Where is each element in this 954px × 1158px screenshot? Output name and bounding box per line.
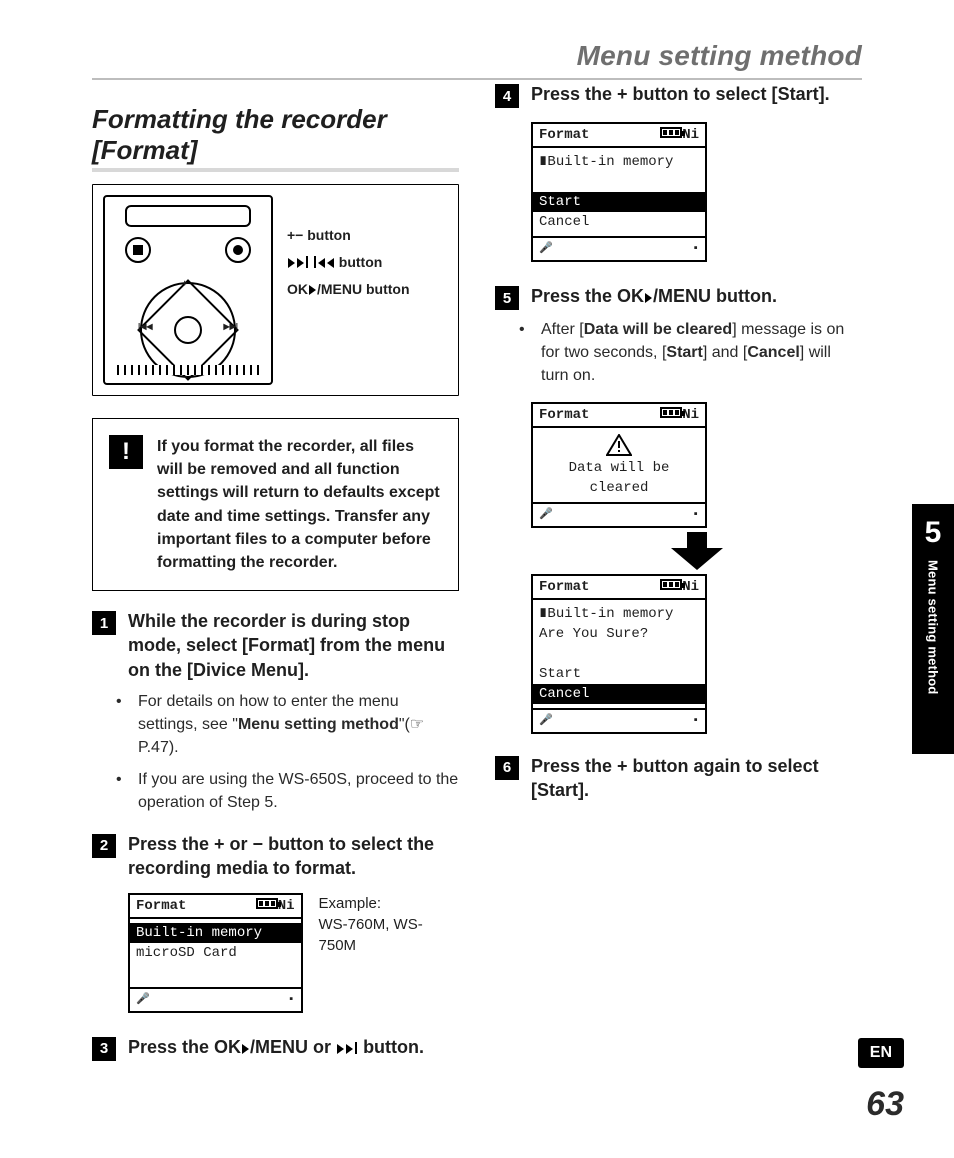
page-number: 63 (866, 1085, 904, 1124)
lcd-screenshot-data-cleared: FormatNi Data will be cleared 🎤▪ (531, 402, 707, 528)
battery-icon (660, 579, 682, 590)
folder-icon: ▪ (692, 712, 699, 730)
heading-underline (92, 168, 459, 172)
warning-note: ! If you format the recorder, all files … (92, 418, 459, 591)
chapter-number: 5 (925, 516, 942, 550)
battery-icon (256, 898, 278, 909)
section-heading: Formatting the recorder [Format] (92, 104, 459, 166)
step-badge: 6 (495, 756, 519, 780)
step-5: 5 Press the OK/MENU button. (495, 284, 862, 310)
step-badge: 1 (92, 611, 116, 635)
exclamation-icon: ! (109, 435, 143, 469)
running-head: Menu setting method (92, 40, 862, 72)
ff-icon (337, 1044, 344, 1054)
folder-icon: ▪ (288, 991, 295, 1009)
folder-icon: ▪ (692, 506, 699, 524)
warning-text: If you format the recorder, all files wi… (157, 435, 442, 574)
step-3: 3 Press the OK/MENU or button. (92, 1035, 459, 1061)
step-1-notes: For details on how to enter the menu set… (92, 690, 459, 814)
ff-icon (288, 258, 295, 268)
stop-icon (125, 237, 151, 263)
battery-icon (660, 127, 682, 138)
left-column: Formatting the recorder [Format] +−|◀◀▶▶… (92, 82, 459, 1061)
mic-icon: 🎤 (539, 506, 553, 524)
step-badge: 3 (92, 1037, 116, 1061)
mic-icon: 🎤 (136, 991, 150, 1009)
warning-triangle-icon (606, 434, 632, 456)
illustration-legend: +− button button OK/MENU button (287, 195, 410, 300)
step-badge: 4 (495, 84, 519, 108)
step-2: 2 Press the + or − button to select the … (92, 832, 459, 881)
mic-icon: 🎤 (539, 240, 553, 258)
example-caption: Example: WS-760M, WS-750M (319, 893, 459, 956)
chapter-tab: 5 Menu setting method (912, 504, 954, 754)
chapter-label: Menu setting method (926, 560, 941, 695)
device-illustration: +−|◀◀▶▶| (103, 195, 273, 385)
folder-icon: ▪ (692, 240, 699, 258)
step-5-notes: After [Data will be cleared] message is … (495, 318, 862, 388)
language-badge: EN (858, 1038, 904, 1068)
play-icon (645, 293, 652, 303)
step-6: 6 Press the + button again to select [St… (495, 754, 862, 803)
lcd-screenshot-media-select: FormatNi Built-in memory microSD Card 🎤▪ (128, 893, 303, 1013)
battery-icon (660, 407, 682, 418)
lcd-screenshot-confirm: FormatNi ∎Built-in memory Are You Sure? … (531, 574, 707, 734)
record-icon (225, 237, 251, 263)
play-icon (309, 285, 316, 295)
step-1: 1 While the recorder is during stop mode… (92, 609, 459, 682)
play-icon (242, 1044, 249, 1054)
step-badge: 2 (92, 834, 116, 858)
lcd-screenshot-start-select: FormatNi ∎Built-in memory Start Cancel 🎤… (531, 122, 707, 262)
list-item: After [Data will be cleared] message is … (537, 318, 862, 388)
list-item: For details on how to enter the menu set… (134, 690, 459, 760)
dpad-icon: +−|◀◀▶▶| (140, 282, 236, 378)
step-4: 4 Press the + button to select [Start]. (495, 82, 862, 108)
rew-icon (318, 258, 325, 268)
step-badge: 5 (495, 286, 519, 310)
device-illustration-box: +−|◀◀▶▶| +− button button OK/MENU button (92, 184, 459, 396)
right-column: 4 Press the + button to select [Start]. … (495, 82, 862, 1061)
header-rule (92, 78, 862, 80)
speaker-grille-icon (117, 365, 259, 375)
list-item: If you are using the WS-650S, proceed to… (134, 768, 459, 814)
mic-icon: 🎤 (539, 712, 553, 730)
down-arrow-icon (531, 532, 862, 570)
